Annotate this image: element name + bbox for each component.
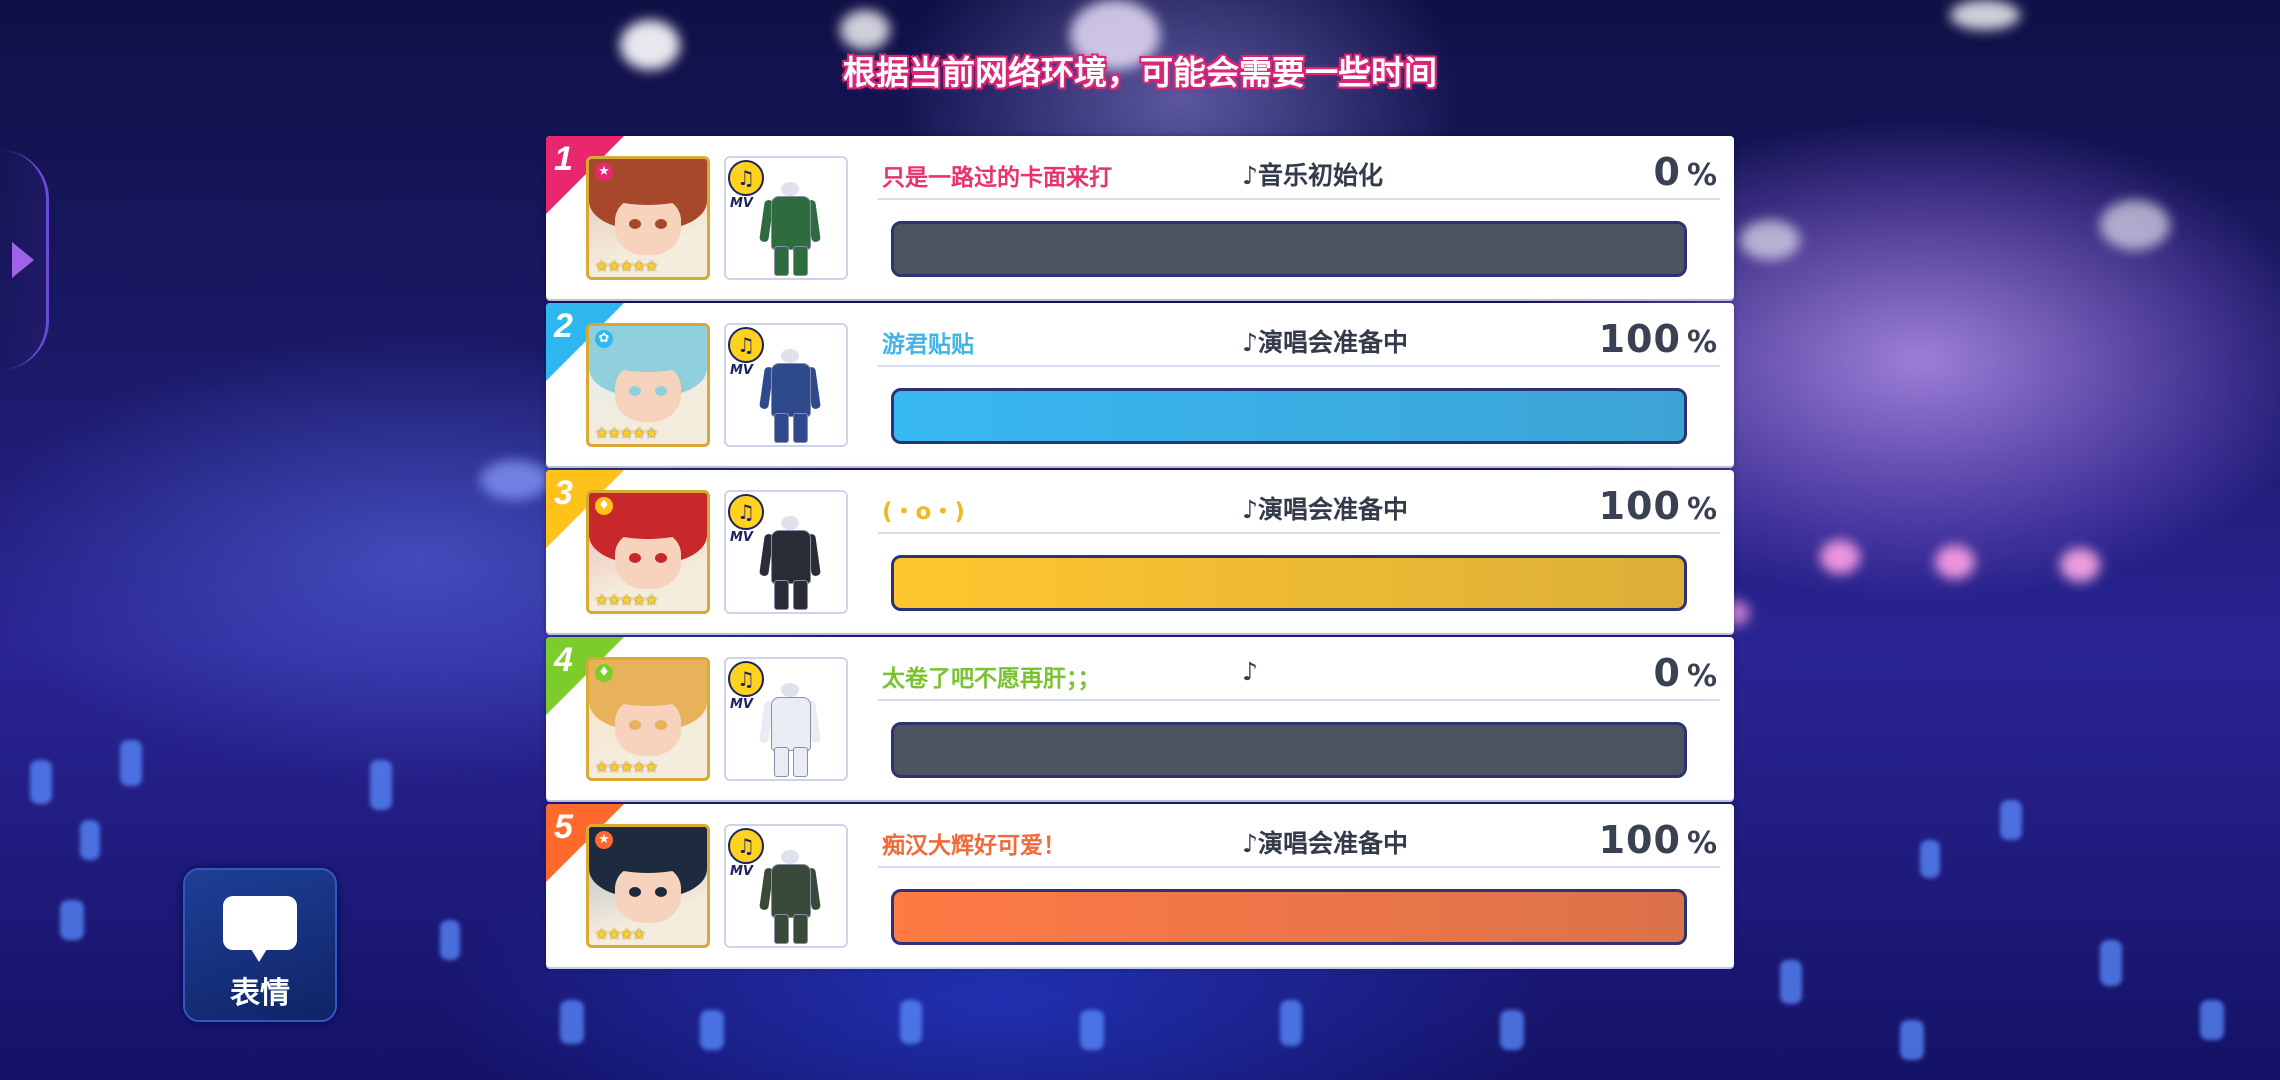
- mv-label: MV: [730, 363, 753, 378]
- rank-number: 2: [554, 307, 573, 345]
- player-name: 太卷了吧不愿再肝；；: [882, 666, 1101, 692]
- drop-icon: ♦: [595, 664, 613, 682]
- rank-number: 3: [554, 474, 573, 512]
- drop-icon: ♦: [595, 497, 613, 515]
- mv-label: MV: [730, 196, 753, 211]
- percent-sign: %: [1686, 492, 1718, 527]
- music-note-icon: ♫: [728, 160, 764, 196]
- progress-percent: 0%: [1653, 150, 1718, 194]
- loading-status: ♪音乐初始化: [1242, 161, 1383, 190]
- player-name: 游君贴贴: [882, 332, 974, 358]
- mv-label: MV: [730, 697, 753, 712]
- loading-status: ♪: [1242, 657, 1258, 686]
- rarity-stars: ★★★★★: [595, 758, 658, 776]
- rarity-stars: ★★★★: [595, 925, 646, 943]
- star-icon: ★: [595, 163, 613, 181]
- progress-bar: [891, 555, 1687, 611]
- rarity-stars: ★★★★★: [595, 424, 658, 442]
- progress-bar-fill: [894, 391, 1684, 441]
- loading-status: ♪演唱会准备中: [1242, 495, 1408, 524]
- idol-card-portrait: ✿ ★★★★★: [586, 323, 710, 447]
- player-row: 1 ★ ★★★★★ ♫ MV 只是一路过的卡面来打 ♪音乐初始化 0%: [546, 136, 1734, 299]
- player-row: 4 ♦ ★★★★★ ♫ MV 太卷了吧不愿再肝；； ♪ 0%: [546, 637, 1734, 800]
- row-divider: [878, 532, 1720, 534]
- row-divider: [878, 699, 1720, 701]
- player-row: 3 ♦ ★★★★★ ♫ MV (・o・) ♪演唱会准备中 100%: [546, 470, 1734, 633]
- player-name: 痴汉大辉好可爱！: [882, 833, 1066, 859]
- rarity-stars: ★★★★★: [595, 591, 658, 609]
- loading-status: ♪演唱会准备中: [1242, 829, 1408, 858]
- idol-card-portrait: ♦ ★★★★★: [586, 657, 710, 781]
- progress-percent: 100%: [1599, 818, 1718, 862]
- player-loading-list: 1 ★ ★★★★★ ♫ MV 只是一路过的卡面来打 ♪音乐初始化 0% 2 ✿ …: [546, 136, 1734, 971]
- row-divider: [878, 365, 1720, 367]
- mv-label: MV: [730, 530, 753, 545]
- outfit-preview: ♫ MV: [724, 156, 848, 280]
- progress-percent: 0%: [1653, 651, 1718, 695]
- music-note-icon: ♫: [728, 327, 764, 363]
- music-note-icon: ♫: [728, 828, 764, 864]
- row-divider: [878, 198, 1720, 200]
- music-note-icon: ♫: [728, 494, 764, 530]
- loading-status: ♪演唱会准备中: [1242, 328, 1408, 357]
- outfit-preview: ♫ MV: [724, 824, 848, 948]
- idol-card-portrait: ★ ★★★★: [586, 824, 710, 948]
- outfit-preview: ♫ MV: [724, 323, 848, 447]
- star-icon: ★: [595, 831, 613, 849]
- percent-sign: %: [1686, 826, 1718, 861]
- mv-label: MV: [730, 864, 753, 879]
- progress-percent-value: 100: [1598, 317, 1681, 361]
- progress-bar-fill: [894, 892, 1684, 942]
- speech-bubble-icon: [223, 896, 297, 962]
- rank-number: 5: [554, 808, 573, 846]
- idol-card-portrait: ♦ ★★★★★: [586, 490, 710, 614]
- percent-sign: %: [1686, 325, 1718, 360]
- idol-card-portrait: ★ ★★★★★: [586, 156, 710, 280]
- player-row: 5 ★ ★★★★ ♫ MV 痴汉大辉好可爱！ ♪演唱会准备中 100%: [546, 804, 1734, 967]
- emote-button-label: 表情: [230, 976, 290, 1011]
- player-row: 2 ✿ ★★★★★ ♫ MV 游君贴贴 ♪演唱会准备中 100%: [546, 303, 1734, 466]
- network-notice: 根据当前网络环境，可能会需要一些时间: [843, 53, 1437, 92]
- emote-button[interactable]: 表情: [183, 868, 337, 1022]
- leaf-icon: ✿: [595, 330, 613, 348]
- percent-sign: %: [1686, 158, 1718, 193]
- player-name: 只是一路过的卡面来打: [882, 165, 1112, 191]
- progress-bar-fill: [894, 558, 1684, 608]
- progress-bar: [891, 889, 1687, 945]
- progress-percent-value: 100: [1598, 818, 1681, 862]
- row-divider: [878, 866, 1720, 868]
- percent-sign: %: [1686, 659, 1718, 694]
- progress-bar: [891, 388, 1687, 444]
- progress-percent-value: 0: [1653, 651, 1681, 695]
- rank-number: 1: [554, 140, 573, 178]
- progress-bar: [891, 722, 1687, 778]
- progress-bar: [891, 221, 1687, 277]
- outfit-preview: ♫ MV: [724, 657, 848, 781]
- progress-percent: 100%: [1599, 317, 1718, 361]
- rank-number: 4: [554, 641, 573, 679]
- progress-percent: 100%: [1599, 484, 1718, 528]
- player-name: (・o・): [882, 499, 965, 525]
- expand-arrow-icon[interactable]: [12, 242, 34, 278]
- music-note-icon: ♫: [728, 661, 764, 697]
- outfit-preview: ♫ MV: [724, 490, 848, 614]
- rarity-stars: ★★★★★: [595, 257, 658, 275]
- progress-percent-value: 100: [1598, 484, 1681, 528]
- progress-percent-value: 0: [1653, 150, 1681, 194]
